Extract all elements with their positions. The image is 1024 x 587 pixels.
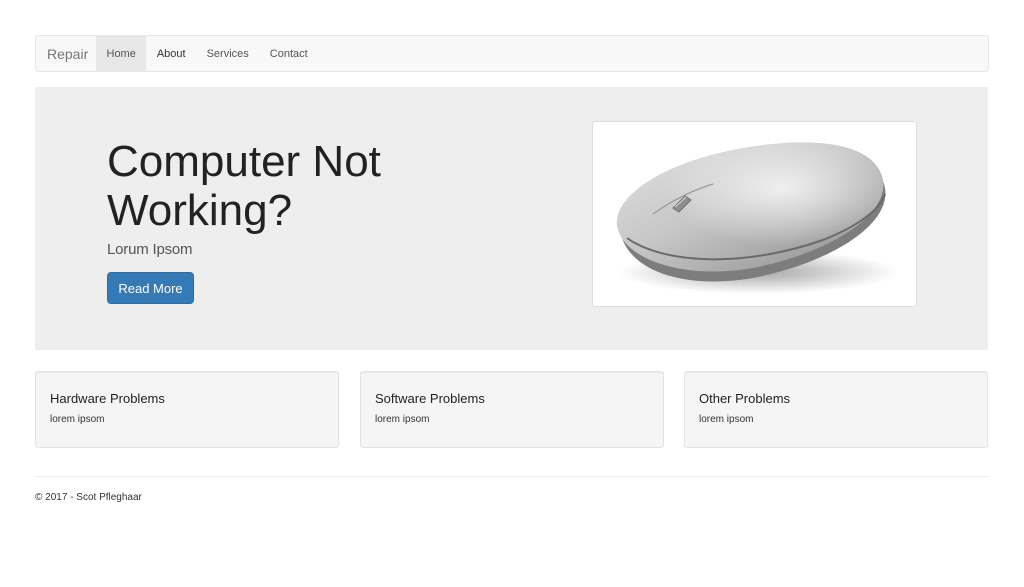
footer-copyright: © 2017 - Scot Pfleghaar <box>35 492 142 503</box>
card-text: lorem ipsom <box>699 414 754 425</box>
hero-jumbotron: Computer Not Working? Lorum Ipsom Read M… <box>35 87 988 350</box>
hero-title: Computer Not Working? <box>107 137 381 235</box>
nav-item-services[interactable]: Services <box>196 36 259 71</box>
nav-item-home[interactable]: Home <box>96 36 147 71</box>
hero-image-thumbnail <box>592 121 917 307</box>
read-more-button[interactable]: Read More <box>107 272 194 304</box>
card-title: Software Problems <box>375 391 485 406</box>
card-title: Other Problems <box>699 391 791 406</box>
navbar: Repair Home About Services Contact <box>35 35 989 72</box>
card-software-problems: Software Problems lorem ipsom <box>360 371 664 448</box>
computer-mouse-image <box>616 142 898 294</box>
card-text: lorem ipsom <box>50 414 105 425</box>
card-title: Hardware Problems <box>50 391 165 406</box>
brand-link[interactable]: Repair <box>36 36 96 71</box>
hero-subtitle: Lorum Ipsom <box>107 241 193 258</box>
card-other-problems: Other Problems lorem ipsom <box>684 371 988 448</box>
nav-item-about[interactable]: About <box>146 36 196 71</box>
nav-item-contact[interactable]: Contact <box>259 36 318 71</box>
card-text: lorem ipsom <box>375 414 430 425</box>
footer-divider <box>35 476 988 477</box>
card-hardware-problems: Hardware Problems lorem ipsom <box>35 371 339 448</box>
